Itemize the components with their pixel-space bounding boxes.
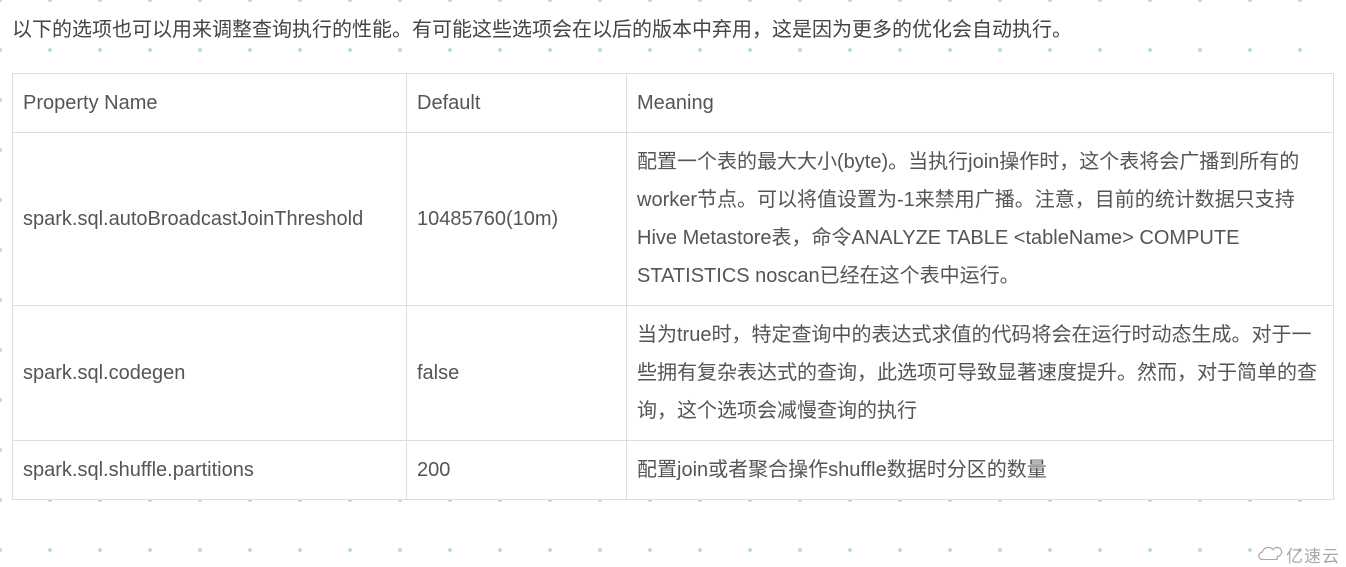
table-row: spark.sql.autoBroadcastJoinThreshold 104… <box>13 133 1334 306</box>
cell-property: spark.sql.codegen <box>13 306 407 441</box>
table-row: spark.sql.codegen false 当为true时，特定查询中的表达… <box>13 306 1334 441</box>
cloud-icon <box>1257 544 1283 565</box>
cell-default: 10485760(10m) <box>407 133 627 306</box>
header-property-name: Property Name <box>13 74 407 133</box>
cell-meaning: 当为true时，特定查询中的表达式求值的代码将会在运行时动态生成。对于一些拥有复… <box>627 306 1334 441</box>
intro-paragraph: 以下的选项也可以用来调整查询执行的性能。有可能这些选项会在以后的版本中弃用，这是… <box>12 15 1334 45</box>
header-meaning: Meaning <box>627 74 1334 133</box>
cell-meaning: 配置一个表的最大大小(byte)。当执行join操作时，这个表将会广播到所有的w… <box>627 133 1334 306</box>
cell-meaning: 配置join或者聚合操作shuffle数据时分区的数量 <box>627 441 1334 500</box>
header-default: Default <box>407 74 627 133</box>
cell-default: 200 <box>407 441 627 500</box>
watermark: 亿速云 <box>1257 542 1340 567</box>
cell-property: spark.sql.autoBroadcastJoinThreshold <box>13 133 407 306</box>
properties-table: Property Name Default Meaning spark.sql.… <box>12 73 1334 500</box>
table-row: spark.sql.shuffle.partitions 200 配置join或… <box>13 441 1334 500</box>
watermark-text: 亿速云 <box>1286 542 1340 567</box>
cell-property: spark.sql.shuffle.partitions <box>13 441 407 500</box>
cell-default: false <box>407 306 627 441</box>
table-header-row: Property Name Default Meaning <box>13 74 1334 133</box>
